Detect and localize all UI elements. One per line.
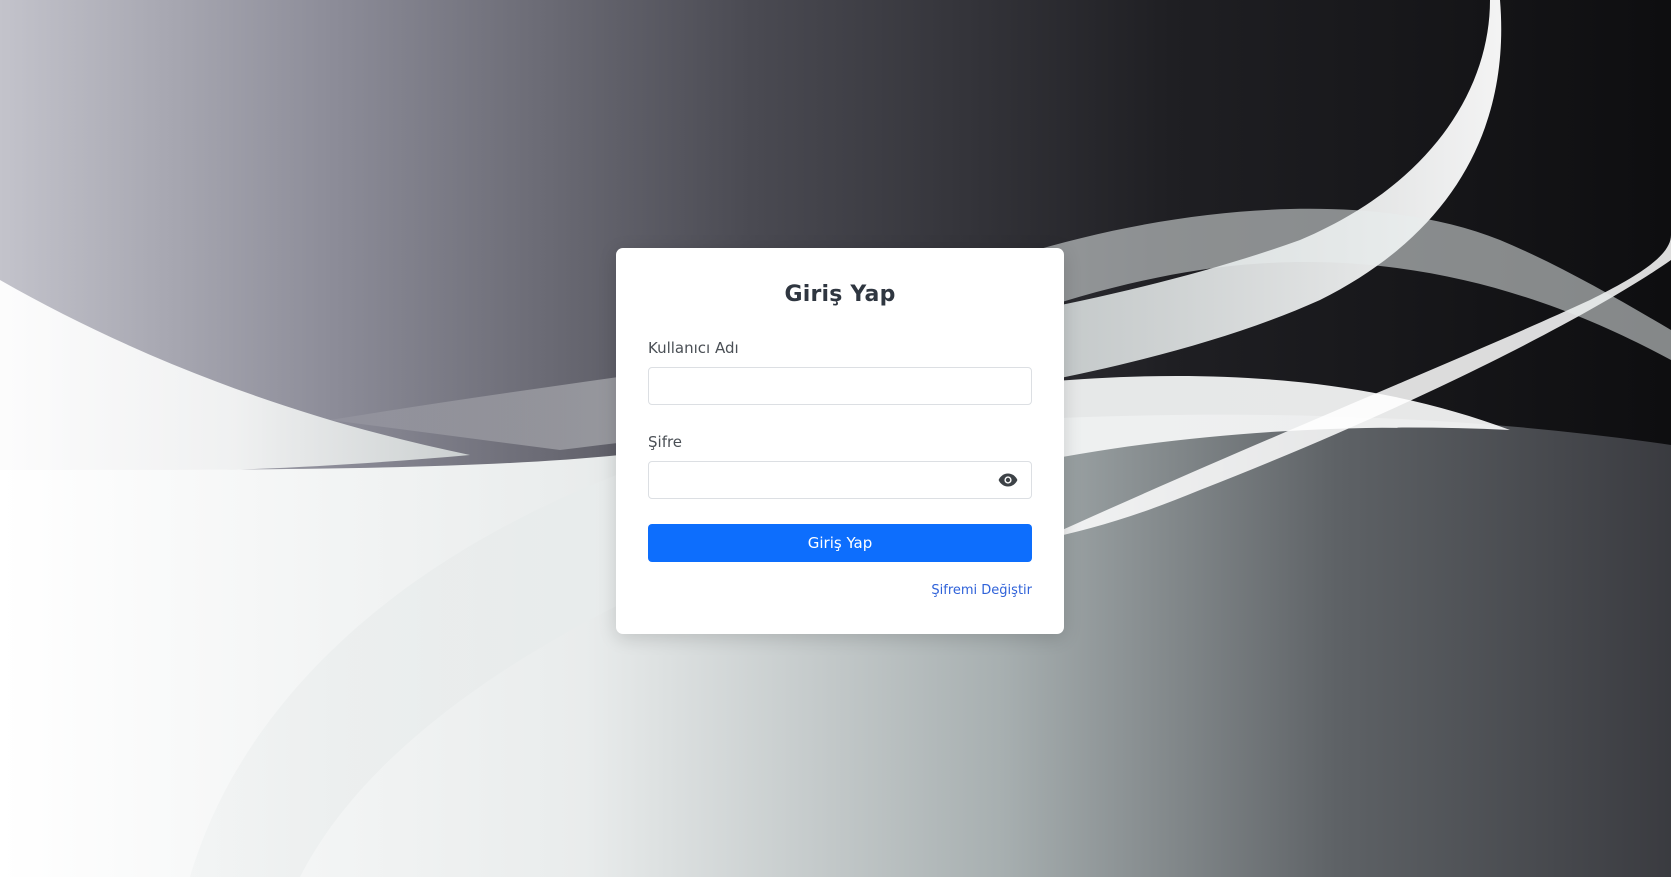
change-password-link[interactable]: Şifremi Değiştir: [931, 583, 1032, 598]
password-label: Şifre: [648, 433, 683, 451]
username-input[interactable]: [648, 367, 1032, 405]
password-visibility-toggle[interactable]: [996, 470, 1020, 490]
login-card: Giriş Yap Kullanıcı Adı Şifre Giriş Yap …: [616, 248, 1064, 634]
username-label: Kullanıcı Adı: [648, 339, 739, 357]
password-input[interactable]: [648, 461, 1032, 499]
eye-icon: [998, 473, 1018, 487]
login-button[interactable]: Giriş Yap: [648, 524, 1032, 562]
login-title: Giriş Yap: [784, 282, 896, 307]
